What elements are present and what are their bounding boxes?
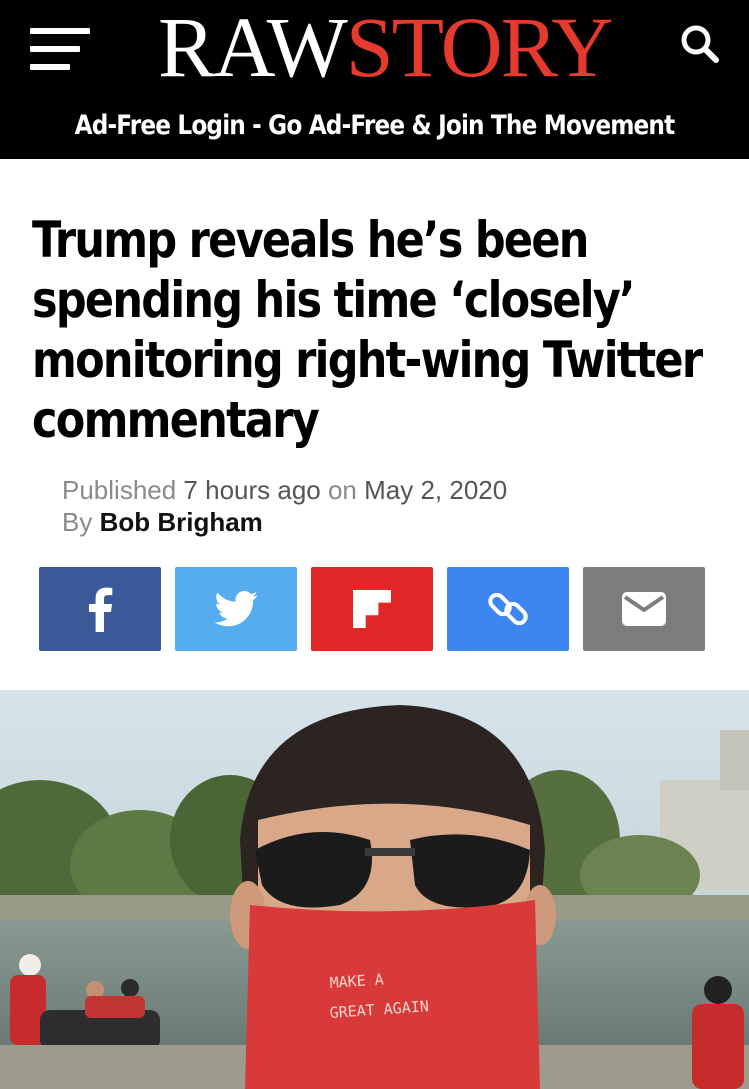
site-header: RAWSTORY Ad-Free Login - Go Ad-Free & Jo… [0,0,749,159]
published-prefix: Published [62,475,184,505]
mask-text-line-1: MAKE A [329,970,384,992]
site-logo[interactable]: RAWSTORY [158,4,613,90]
byline: By Bob Brigham [62,506,507,538]
email-share-button[interactable] [583,567,705,651]
photo-illustration: MAKE A GREAT AGAIN [0,690,749,1089]
link-icon [488,592,528,626]
email-icon [622,592,666,626]
copy-link-button[interactable] [447,567,569,651]
hamburger-menu-icon[interactable] [30,28,92,70]
article-meta: Published 7 hours ago on May 2, 2020 By … [62,474,507,538]
publish-date: May 2, 2020 [364,475,508,505]
ad-free-login-link[interactable]: Ad-Free Login - Go Ad-Free & Join The Mo… [52,110,696,141]
flipboard-icon [353,590,391,628]
facebook-share-button[interactable] [39,567,161,651]
by-prefix: By [62,507,100,537]
article-headline: Trump reveals he’s been spending his tim… [32,211,703,449]
flipboard-share-button[interactable] [311,567,433,651]
search-icon[interactable] [680,24,720,64]
author-link[interactable]: Bob Brigham [100,507,263,537]
facebook-icon [89,587,113,632]
article-photo: MAKE A GREAT AGAIN [0,690,749,1089]
logo-raw-text: RAW [158,0,348,95]
twitter-icon [214,591,258,627]
time-ago: 7 hours ago [183,475,321,505]
on-word: on [320,475,365,505]
logo-story-text: STORY [345,0,614,95]
published-line: Published 7 hours ago on May 2, 2020 [62,474,507,506]
twitter-share-button[interactable] [175,567,297,651]
